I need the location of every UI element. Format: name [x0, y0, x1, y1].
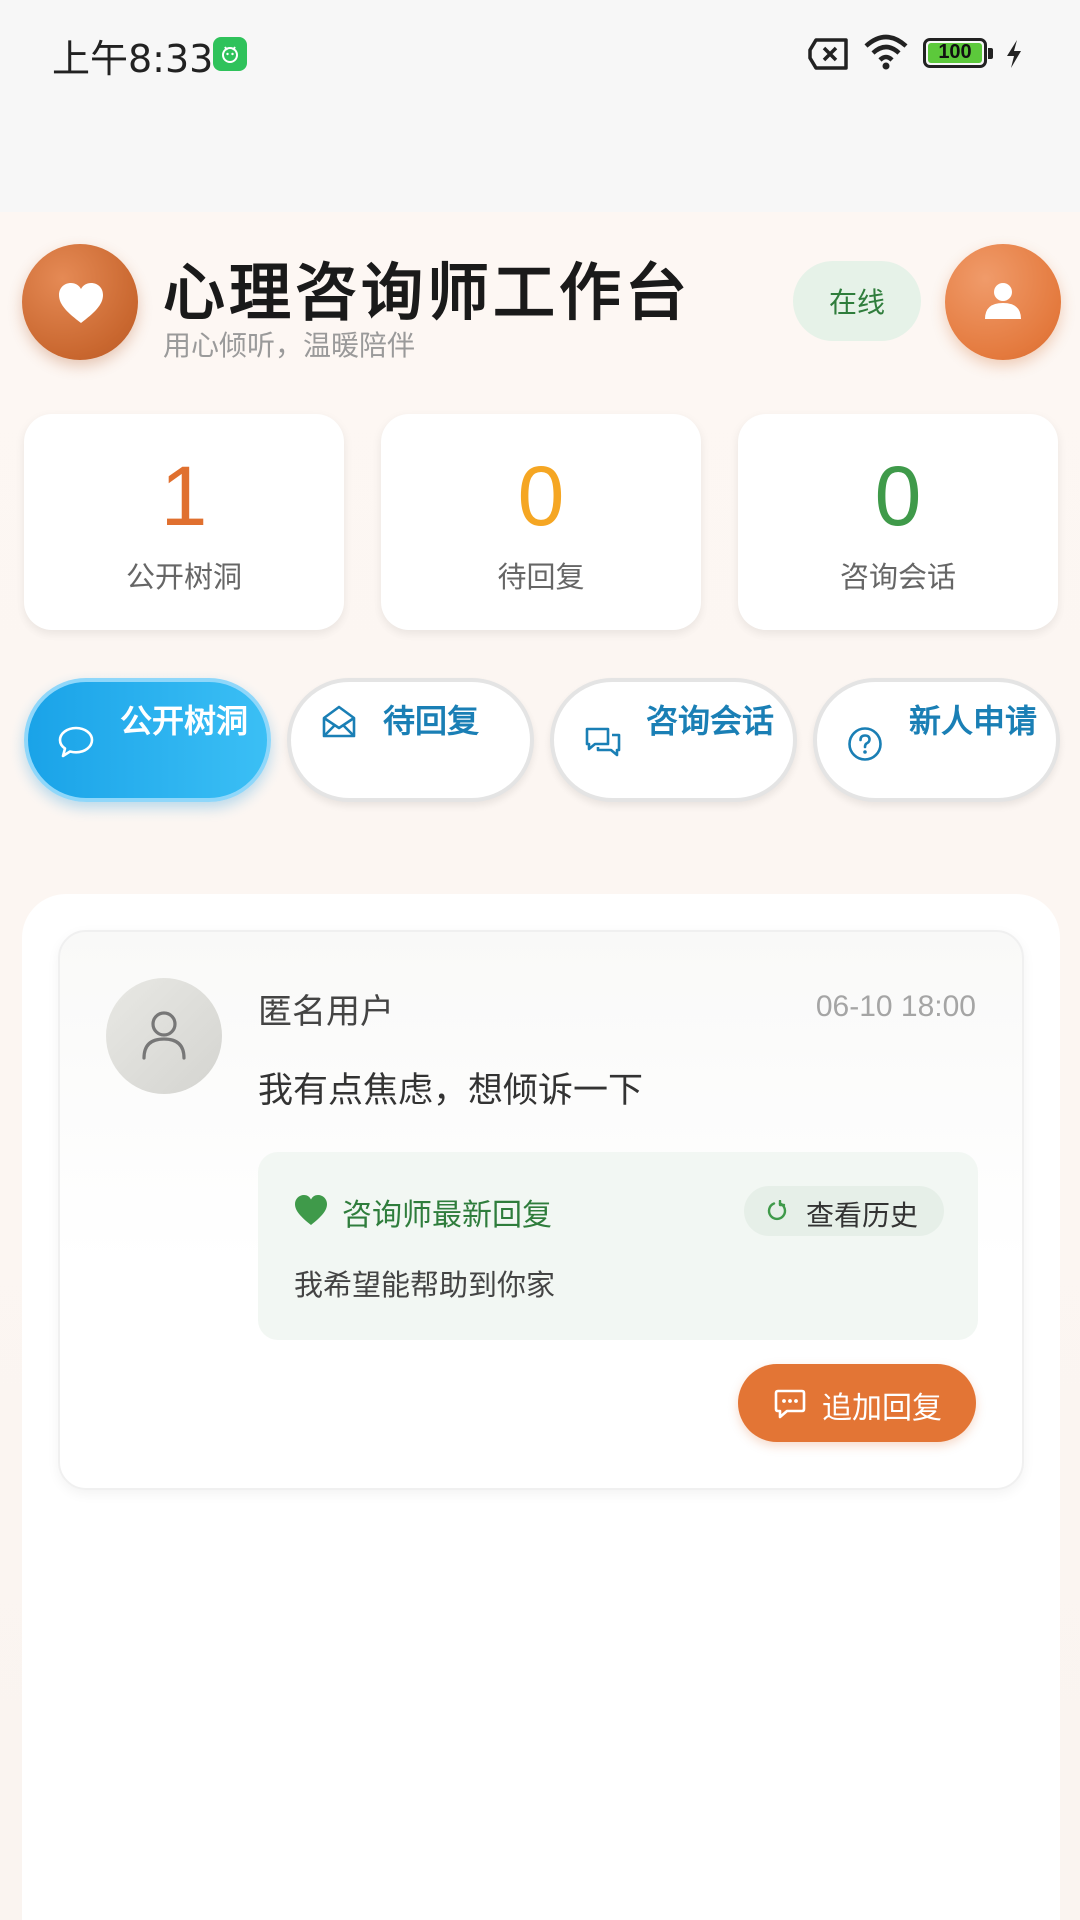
anonymous-user-icon: [142, 1011, 186, 1060]
profile-button[interactable]: [945, 244, 1061, 360]
stat-value: 1: [160, 449, 208, 543]
stat-card-pending-reply[interactable]: 0 待回复: [381, 414, 701, 630]
tab-new-applications[interactable]: 新人申请: [813, 678, 1060, 802]
heart-icon: [59, 283, 103, 323]
tab-label: 咨询会话: [646, 702, 775, 740]
page-title: 心理咨询师工作台: [163, 256, 692, 329]
content-panel: 匿名用户 06-10 18:00 我有点焦虑，想倾诉一下 咨询师最新回复 查看历…: [22, 894, 1060, 1920]
tab-label: 待回复: [383, 702, 480, 740]
avatar: [106, 978, 222, 1094]
refresh-icon: [767, 1200, 787, 1221]
status-icons: 100: [808, 34, 1028, 74]
app-content: 心理咨询师工作台 用心倾听，温暖陪伴 在线 1 公开树洞 0 待回复 0 咨询会…: [0, 212, 1080, 1920]
tab-consult-sessions[interactable]: 咨询会话: [550, 678, 797, 802]
android-app-icon: [213, 37, 247, 71]
reply-text: 我希望能帮助到你家: [294, 1268, 556, 1302]
tab-label: 公开树洞: [120, 702, 249, 740]
status-time: 上午8:33: [52, 37, 214, 81]
stat-value: 0: [517, 449, 565, 543]
envelope-open-icon: [322, 705, 356, 738]
chat-double-icon: [585, 727, 621, 757]
stat-value: 0: [874, 449, 922, 543]
add-reply-label: 追加回复: [822, 1391, 942, 1426]
page-subtitle: 用心倾听，温暖陪伴: [163, 329, 416, 362]
latest-reply-box: 咨询师最新回复 查看历史 我希望能帮助到你家: [258, 1152, 978, 1340]
online-status-badge[interactable]: 在线: [793, 261, 921, 341]
battery-icon: 100: [923, 38, 993, 68]
view-history-label: 查看历史: [806, 1199, 919, 1232]
status-bar: 上午8:33 100: [0, 0, 1080, 110]
chat-bubble-icon: [58, 726, 94, 758]
post-username: 匿名用户: [258, 992, 394, 1032]
stat-label: 咨询会话: [839, 560, 956, 594]
stat-label: 公开树洞: [125, 560, 242, 594]
post-timestamp: 06-10 18:00: [815, 990, 976, 1023]
comment-dots-icon: [774, 1389, 806, 1419]
stat-label: 待回复: [497, 560, 585, 594]
post-content: 我有点焦虑，想倾诉一下: [258, 1071, 644, 1111]
sim-error-icon: [808, 38, 848, 70]
tab-public-treehole[interactable]: 公开树洞: [24, 678, 271, 802]
question-circle-icon: [848, 727, 882, 761]
user-icon: [985, 283, 1021, 319]
view-history-button[interactable]: 查看历史: [744, 1186, 944, 1236]
tab-pending-reply[interactable]: 待回复: [287, 678, 534, 802]
post-card[interactable]: 匿名用户 06-10 18:00 我有点焦虑，想倾诉一下 咨询师最新回复 查看历…: [58, 930, 1024, 1490]
green-heart-icon: [295, 1195, 327, 1225]
charging-icon: [1007, 40, 1021, 68]
stat-card-public-treehole[interactable]: 1 公开树洞: [24, 414, 344, 630]
wifi-icon: [864, 34, 908, 70]
battery-level: 100: [938, 41, 972, 63]
logo: [22, 244, 138, 360]
tab-label: 新人申请: [909, 702, 1038, 740]
stat-card-consult-sessions[interactable]: 0 咨询会话: [738, 414, 1058, 630]
add-reply-button[interactable]: 追加回复: [738, 1364, 976, 1442]
reply-title: 咨询师最新回复: [342, 1198, 552, 1233]
